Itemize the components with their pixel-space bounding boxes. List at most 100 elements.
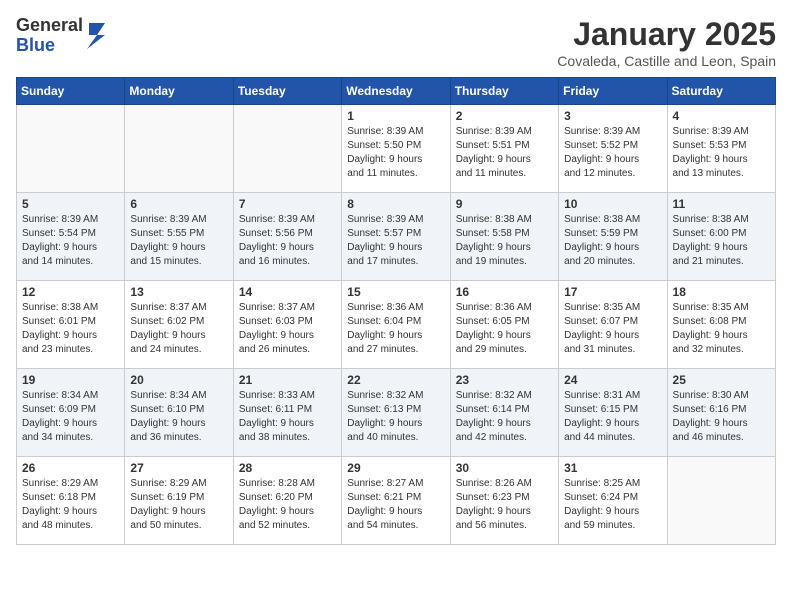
day-number: 24 <box>564 373 661 387</box>
logo-blue: Blue <box>16 36 83 56</box>
calendar-cell <box>125 105 233 193</box>
calendar-cell: 13 Sunrise: 8:37 AM Sunset: 6:02 PM Dayli… <box>125 281 233 369</box>
calendar-cell: 26 Sunrise: 8:29 AM Sunset: 6:18 PM Dayli… <box>17 457 125 545</box>
day-detail: Sunrise: 8:29 AM Sunset: 6:18 PM Dayligh… <box>22 477 119 533</box>
weekday-header: Thursday <box>450 78 558 105</box>
calendar-cell: 14Sunrise: 8:37 AM Sunset: 6:03 PM Dayli… <box>233 281 341 369</box>
calendar-table: SundayMondayTuesdayWednesdayThursdayFrid… <box>16 77 776 545</box>
day-detail: Sunrise: 8:35 AM Sunset: 6:07 PM Dayligh… <box>564 301 661 357</box>
day-number: 27 <box>130 461 227 475</box>
day-number: 7 <box>239 197 336 211</box>
day-detail: Sunrise: 8:37 AM Sunset: 6:02 PM Dayligh… <box>130 301 227 357</box>
day-number: 17 <box>564 285 661 299</box>
logo-icon <box>85 21 107 51</box>
day-detail: Sunrise: 8:38 AM Sunset: 5:59 PM Dayligh… <box>564 213 661 269</box>
day-number: 5 <box>22 197 119 211</box>
weekday-header-row: SundayMondayTuesdayWednesdayThursdayFrid… <box>17 78 776 105</box>
day-detail: Sunrise: 8:39 AM Sunset: 5:53 PM Dayligh… <box>673 125 770 181</box>
day-detail: Sunrise: 8:32 AM Sunset: 6:14 PM Dayligh… <box>456 389 553 445</box>
day-number: 1 <box>347 109 444 123</box>
calendar-cell: 30 Sunrise: 8:26 AM Sunset: 6:23 PM Dayli… <box>450 457 558 545</box>
day-number: 9 <box>456 197 553 211</box>
day-number: 18 <box>673 285 770 299</box>
calendar-week-row: 26 Sunrise: 8:29 AM Sunset: 6:18 PM Dayli… <box>17 457 776 545</box>
day-number: 21 <box>239 373 336 387</box>
calendar-cell: 7 Sunrise: 8:39 AM Sunset: 5:56 PM Daylig… <box>233 193 341 281</box>
day-detail: Sunrise: 8:33 AM Sunset: 6:11 PM Dayligh… <box>239 389 336 445</box>
calendar-cell: 9 Sunrise: 8:38 AM Sunset: 5:58 PM Daylig… <box>450 193 558 281</box>
calendar-cell: 22 Sunrise: 8:32 AM Sunset: 6:13 PM Dayli… <box>342 369 450 457</box>
calendar-cell: 3Sunrise: 8:39 AM Sunset: 5:52 PM Daylig… <box>559 105 667 193</box>
day-number: 8 <box>347 197 444 211</box>
day-number: 11 <box>673 197 770 211</box>
weekday-header: Sunday <box>17 78 125 105</box>
title-block: January 2025 Covaleda, Castille and Leon… <box>557 16 776 69</box>
day-number: 25 <box>673 373 770 387</box>
calendar-week-row: 1 Sunrise: 8:39 AM Sunset: 5:50 PM Daylig… <box>17 105 776 193</box>
calendar-cell: 1 Sunrise: 8:39 AM Sunset: 5:50 PM Daylig… <box>342 105 450 193</box>
weekday-header: Wednesday <box>342 78 450 105</box>
calendar-cell: 31 Sunrise: 8:25 AM Sunset: 6:24 PM Dayli… <box>559 457 667 545</box>
day-detail: Sunrise: 8:38 AM Sunset: 5:58 PM Dayligh… <box>456 213 553 269</box>
day-number: 19 <box>22 373 119 387</box>
day-number: 4 <box>673 109 770 123</box>
calendar-cell <box>667 457 775 545</box>
calendar-cell: 17 Sunrise: 8:35 AM Sunset: 6:07 PM Dayli… <box>559 281 667 369</box>
day-detail: Sunrise: 8:26 AM Sunset: 6:23 PM Dayligh… <box>456 477 553 533</box>
calendar-cell: 20 Sunrise: 8:34 AM Sunset: 6:10 PM Dayli… <box>125 369 233 457</box>
weekday-header: Saturday <box>667 78 775 105</box>
calendar-cell: 8 Sunrise: 8:39 AM Sunset: 5:57 PM Daylig… <box>342 193 450 281</box>
calendar-cell: 5 Sunrise: 8:39 AM Sunset: 5:54 PM Daylig… <box>17 193 125 281</box>
day-number: 16 <box>456 285 553 299</box>
day-detail: Sunrise: 8:31 AM Sunset: 6:15 PM Dayligh… <box>564 389 661 445</box>
calendar-cell: 10Sunrise: 8:38 AM Sunset: 5:59 PM Dayli… <box>559 193 667 281</box>
calendar-cell: 29Sunrise: 8:27 AM Sunset: 6:21 PM Dayli… <box>342 457 450 545</box>
logo-general: General <box>16 16 83 36</box>
day-detail: Sunrise: 8:36 AM Sunset: 6:05 PM Dayligh… <box>456 301 553 357</box>
day-detail: Sunrise: 8:38 AM Sunset: 6:00 PM Dayligh… <box>673 213 770 269</box>
day-number: 26 <box>22 461 119 475</box>
day-number: 31 <box>564 461 661 475</box>
day-detail: Sunrise: 8:29 AM Sunset: 6:19 PM Dayligh… <box>130 477 227 533</box>
day-detail: Sunrise: 8:32 AM Sunset: 6:13 PM Dayligh… <box>347 389 444 445</box>
day-detail: Sunrise: 8:39 AM Sunset: 5:55 PM Dayligh… <box>130 213 227 269</box>
day-number: 6 <box>130 197 227 211</box>
calendar-cell: 19Sunrise: 8:34 AM Sunset: 6:09 PM Dayli… <box>17 369 125 457</box>
calendar-week-row: 19Sunrise: 8:34 AM Sunset: 6:09 PM Dayli… <box>17 369 776 457</box>
day-detail: Sunrise: 8:25 AM Sunset: 6:24 PM Dayligh… <box>564 477 661 533</box>
day-number: 22 <box>347 373 444 387</box>
day-detail: Sunrise: 8:35 AM Sunset: 6:08 PM Dayligh… <box>673 301 770 357</box>
calendar-week-row: 12Sunrise: 8:38 AM Sunset: 6:01 PM Dayli… <box>17 281 776 369</box>
day-number: 23 <box>456 373 553 387</box>
day-number: 13 <box>130 285 227 299</box>
day-detail: Sunrise: 8:39 AM Sunset: 5:57 PM Dayligh… <box>347 213 444 269</box>
calendar-week-row: 5 Sunrise: 8:39 AM Sunset: 5:54 PM Daylig… <box>17 193 776 281</box>
day-detail: Sunrise: 8:39 AM Sunset: 5:56 PM Dayligh… <box>239 213 336 269</box>
day-number: 20 <box>130 373 227 387</box>
day-detail: Sunrise: 8:28 AM Sunset: 6:20 PM Dayligh… <box>239 477 336 533</box>
day-detail: Sunrise: 8:39 AM Sunset: 5:50 PM Dayligh… <box>347 125 444 181</box>
day-detail: Sunrise: 8:30 AM Sunset: 6:16 PM Dayligh… <box>673 389 770 445</box>
calendar-cell <box>233 105 341 193</box>
calendar-cell: 2 Sunrise: 8:39 AM Sunset: 5:51 PM Daylig… <box>450 105 558 193</box>
day-number: 30 <box>456 461 553 475</box>
calendar-cell: 11 Sunrise: 8:38 AM Sunset: 6:00 PM Dayli… <box>667 193 775 281</box>
calendar-cell: 12Sunrise: 8:38 AM Sunset: 6:01 PM Dayli… <box>17 281 125 369</box>
day-number: 2 <box>456 109 553 123</box>
weekday-header: Tuesday <box>233 78 341 105</box>
day-detail: Sunrise: 8:34 AM Sunset: 6:10 PM Dayligh… <box>130 389 227 445</box>
day-detail: Sunrise: 8:39 AM Sunset: 5:51 PM Dayligh… <box>456 125 553 181</box>
calendar-cell: 15Sunrise: 8:36 AM Sunset: 6:04 PM Dayli… <box>342 281 450 369</box>
logo: General Blue <box>16 16 111 56</box>
weekday-header: Friday <box>559 78 667 105</box>
calendar-cell: 6 Sunrise: 8:39 AM Sunset: 5:55 PM Daylig… <box>125 193 233 281</box>
calendar-cell: 25 Sunrise: 8:30 AM Sunset: 6:16 PM Dayli… <box>667 369 775 457</box>
calendar-cell: 28Sunrise: 8:28 AM Sunset: 6:20 PM Dayli… <box>233 457 341 545</box>
calendar-cell: 4 Sunrise: 8:39 AM Sunset: 5:53 PM Daylig… <box>667 105 775 193</box>
calendar-cell: 21 Sunrise: 8:33 AM Sunset: 6:11 PM Dayli… <box>233 369 341 457</box>
day-detail: Sunrise: 8:39 AM Sunset: 5:54 PM Dayligh… <box>22 213 119 269</box>
day-number: 12 <box>22 285 119 299</box>
calendar-cell <box>17 105 125 193</box>
calendar-cell: 23 Sunrise: 8:32 AM Sunset: 6:14 PM Dayli… <box>450 369 558 457</box>
day-detail: Sunrise: 8:36 AM Sunset: 6:04 PM Dayligh… <box>347 301 444 357</box>
